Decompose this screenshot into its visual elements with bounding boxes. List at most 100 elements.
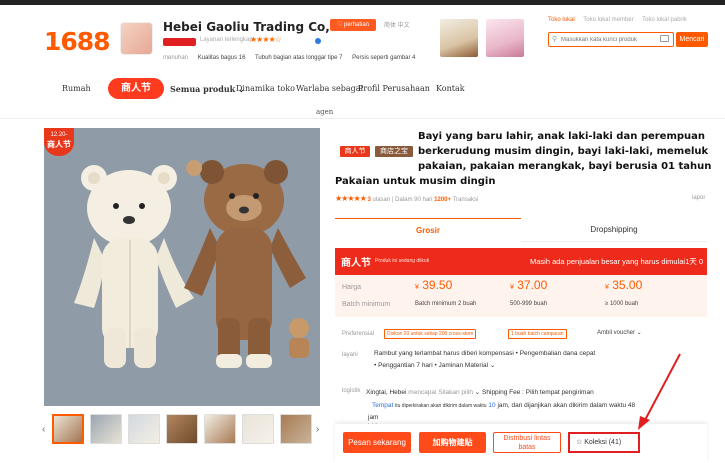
ship-origin: Xingtai, Hebei: [366, 389, 407, 396]
report-link[interactable]: lapor: [692, 195, 705, 201]
search-input[interactable]: [561, 35, 656, 45]
site-logo[interactable]: 1688: [44, 27, 111, 56]
camera-icon[interactable]: [660, 35, 669, 42]
sold-label: Transaksi: [452, 197, 479, 203]
batch-tier-1: Batch minimum 2 buah: [415, 301, 477, 307]
nav-franchise[interactable]: Warlaba sebagai: [296, 84, 363, 93]
search-icon: ⚲: [552, 36, 558, 43]
nav-contact[interactable]: Kontak: [436, 84, 465, 93]
discount-tag[interactable]: Diskon 20 untuk setiap 200 cross-store: [384, 329, 477, 339]
nav-company-profile[interactable]: Profil Perusahaan: [358, 84, 430, 93]
metric-sleeves: Tubuh bagian atas longgar tipe 7: [254, 55, 343, 61]
chevron-left-icon[interactable]: ‹: [42, 424, 45, 435]
product-title-line: Bayi yang baru lahir, anak laki-laki dan…: [418, 131, 706, 142]
search-button[interactable]: Mencari: [676, 32, 708, 47]
voucher-dropdown[interactable]: Ambil voucher ⌄: [597, 329, 642, 336]
nav-all-products[interactable]: Semua produk ⌄: [170, 84, 245, 94]
add-to-cart-button[interactable]: 加购物建贴: [419, 432, 486, 453]
shipping-origin-line: Xingtai, Hebei mencapai Silakan pilih ⌄ …: [366, 388, 594, 396]
review-count[interactable]: 3: [368, 197, 371, 203]
thumbnail-strip: ‹ ›: [40, 412, 324, 448]
thumbnail[interactable]: [128, 414, 160, 444]
nav-home[interactable]: Rumah: [62, 84, 91, 93]
nav-dynamics[interactable]: Dinamika toko: [236, 84, 295, 93]
currency-symbol: ¥: [415, 284, 419, 291]
service-line[interactable]: • Penggantian 7 hari • Jaminan Material …: [374, 361, 495, 369]
nav-sub-label: agen: [316, 108, 334, 116]
annotation-arrow: [638, 353, 681, 430]
price-tier-2: ¥ 37.00: [510, 278, 547, 292]
cross-border-distribution-button[interactable]: Distribusi lintas batas: [493, 432, 561, 453]
banner-message: Masih ada penjualan besar yang harus dim…: [530, 257, 704, 266]
price-tier-1: ¥ 39.50: [415, 278, 452, 292]
featured-product-thumb[interactable]: [486, 19, 524, 57]
review-label[interactable]: ulasan: [373, 197, 391, 203]
order-now-button[interactable]: Pesan sekarang: [343, 432, 411, 453]
chevron-down-icon[interactable]: ⌄: [296, 22, 304, 33]
promo-date: 12.20-: [50, 132, 68, 138]
top-link[interactable]: Toko lokal member: [583, 17, 633, 23]
price-value: 37.00: [517, 278, 548, 292]
batch-tier-3: ≥ 1000 buah: [605, 301, 639, 307]
bear-onesie-illustration: [44, 128, 320, 406]
metric-same: Persis seperti gambar 4: [352, 55, 416, 61]
thumbnail[interactable]: [90, 414, 122, 444]
shop-name[interactable]: Hebei Gaoliu Trading Co,: [163, 20, 330, 34]
festival-badge: 商人节: [340, 146, 370, 157]
top-link[interactable]: Toko lokal: [548, 17, 575, 23]
top-link[interactable]: Toko lokal pabrik: [642, 17, 687, 23]
batch-tier-2: 500-999 buah: [510, 301, 548, 307]
shop-nav: Rumah 商人节 Semua produk ⌄ Dinamika toko W…: [0, 78, 725, 100]
tab-grosir[interactable]: Grosir: [335, 218, 521, 242]
preferential-label: Preferensial: [342, 331, 375, 337]
price-value: 39.50: [422, 278, 453, 292]
sold-count: 1200+: [434, 197, 452, 203]
ship-destination-select[interactable]: Silakan pilih: [438, 389, 473, 396]
price-table: Harga Batch minimum ¥ 39.50 Batch minimu…: [335, 275, 707, 317]
product-title-line: berkerudung musim dingin, bayi laki-laki…: [418, 146, 709, 157]
thumbnail[interactable]: [204, 414, 236, 444]
verified-icon: [315, 38, 321, 44]
thumbnail[interactable]: [242, 414, 274, 444]
search-box: ⚲: [548, 32, 674, 47]
price-value: 35.00: [612, 278, 643, 292]
price-label: Harga: [342, 284, 362, 291]
batch-label: Batch minimum: [342, 301, 391, 308]
ship-hours: 10: [488, 402, 496, 409]
chevron-right-icon[interactable]: ›: [316, 424, 319, 435]
divider: [0, 118, 725, 119]
ship-estimate-a: itu diperkirakan akan dikirim dalam wakt…: [395, 403, 487, 409]
ship-fee: ⌄ Shipping Fee : Pilih tempat pengiriman: [474, 389, 594, 396]
currency-symbol: ¥: [510, 284, 514, 291]
collection-button[interactable]: ☆ Koleksi (41): [568, 432, 640, 453]
product-title-line: Pakaian untuk musim dingin: [335, 176, 496, 187]
shipping-estimate-line: Tempat itu diperkirakan akan dikirim dal…: [372, 402, 635, 409]
featured-product-thumb[interactable]: [440, 19, 478, 57]
metrics-label: menuhan: [163, 55, 189, 61]
ship-place[interactable]: Tempat: [372, 402, 393, 409]
shop-rating-stars: ★★★★☆: [250, 35, 282, 44]
currency-symbol: ¥: [605, 284, 609, 291]
product-title-line: pakaian, pakaian merangkak, bayi berusia…: [418, 161, 712, 172]
follow-button[interactable]: ♡ perhatian: [330, 19, 376, 31]
ship-mid: mencapai: [408, 389, 437, 396]
thumbnail[interactable]: [52, 414, 84, 444]
shop-avatar[interactable]: [120, 22, 153, 55]
tab-dropshipping[interactable]: Dropshipping: [521, 218, 707, 242]
main-product-image[interactable]: [44, 128, 320, 406]
language-selector[interactable]: 简体 中文: [384, 20, 410, 29]
ship-jam: jam: [368, 414, 379, 421]
mixed-batch-tag[interactable]: 1 buah batch campuran: [508, 329, 567, 339]
shop-level-badge: [163, 38, 196, 46]
promo-badge: 12.20- 商人节: [44, 128, 74, 156]
promo-label: 商人节: [47, 140, 71, 149]
thumbnail[interactable]: [166, 414, 198, 444]
nav-festival[interactable]: 商人节: [108, 78, 164, 99]
top-links: Toko lokal Toko lokal member Toko lokal …: [548, 17, 694, 23]
shop-metrics: menuhan Kualitas bagus 16 Tubuh bagian a…: [163, 55, 424, 61]
thumbnail[interactable]: [280, 414, 312, 444]
period-label: Dalam 90 hari: [395, 197, 433, 203]
rating-row: ★★★★★ 3 ulasan | Dalam 90 hari 1200+ Tra…: [335, 194, 479, 203]
logistics-label: logistik: [342, 388, 361, 394]
rating-stars: ★★★★★: [335, 194, 367, 203]
